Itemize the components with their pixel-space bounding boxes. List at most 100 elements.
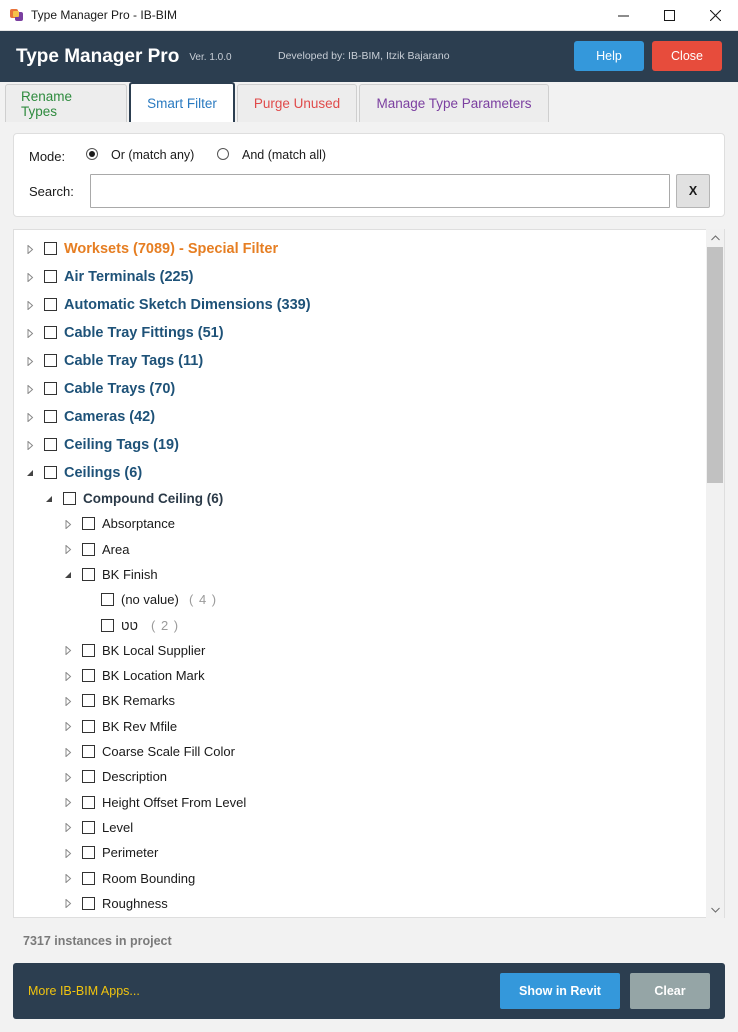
expand-arrow-icon[interactable] [25,440,35,450]
expand-arrow-icon[interactable] [25,328,35,338]
tree-category[interactable]: Cable Tray Fittings (51) [14,321,704,345]
tree-category[interactable]: Cable Tray Tags (11) [14,349,704,373]
tree-scrollbar[interactable] [706,229,724,918]
tree-checkbox[interactable] [82,542,95,556]
tree-checkbox[interactable] [82,795,95,809]
tree-checkbox[interactable] [44,410,57,423]
tree-checkbox[interactable] [82,694,95,708]
minimize-icon[interactable] [600,0,646,31]
mode-or-label[interactable]: Or (match any) [111,148,194,162]
tree-value[interactable]: טט ( 2 ) [14,614,704,638]
expand-arrow-icon[interactable] [63,747,73,757]
expand-arrow-icon[interactable] [63,519,73,529]
help-button[interactable]: Help [574,41,644,71]
expand-arrow-icon[interactable] [25,272,35,282]
tree-parameter[interactable]: BK Finish [14,563,704,587]
tree-value[interactable]: (no value) ( 4 ) [14,588,704,612]
tree-parameter[interactable]: Coarse Scale Fill Color [14,740,704,764]
tree-checkbox[interactable] [44,382,57,395]
expand-arrow-icon[interactable] [25,356,35,366]
tree-checkbox[interactable] [82,846,95,860]
tree-category[interactable]: Ceiling Tags (19) [14,433,704,457]
close-window-icon[interactable] [692,0,738,31]
tree-checkbox[interactable] [82,517,95,531]
scroll-thumb[interactable] [707,247,723,483]
tree-checkbox[interactable] [44,466,57,479]
tab-manage-type-parameters[interactable]: Manage Type Parameters [359,84,549,122]
tree-parameter[interactable]: BK Remarks [14,689,704,713]
tree-parameter[interactable]: Perimeter [14,841,704,865]
collapse-arrow-icon[interactable] [25,468,35,478]
expand-arrow-icon[interactable] [63,671,73,681]
tree-checkbox[interactable] [82,770,95,784]
tree-checkbox[interactable] [82,871,95,885]
expand-arrow-icon[interactable] [63,722,73,732]
maximize-icon[interactable] [646,0,692,31]
tree-parameter[interactable]: BK Location Mark [14,664,704,688]
tree-parameter[interactable]: Description [14,765,704,789]
expand-arrow-icon[interactable] [63,696,73,706]
tree-checkbox[interactable] [44,438,57,451]
tree-parameter[interactable]: BK Local Supplier [14,639,704,663]
expand-arrow-icon[interactable] [63,899,73,909]
tree-category[interactable]: Worksets (7089) - Special Filter [14,237,704,261]
tree-category[interactable]: Cable Trays (70) [14,377,704,401]
search-clear-button[interactable]: X [676,174,710,208]
collapse-arrow-icon[interactable] [44,494,54,504]
tree-checkbox[interactable] [101,593,114,607]
expand-arrow-icon[interactable] [25,384,35,394]
tree-checkbox[interactable] [44,354,57,367]
mode-and-radio[interactable] [217,148,229,160]
tree-parameter[interactable]: Area [14,538,704,562]
tree-checkbox[interactable] [63,492,76,505]
expand-arrow-icon[interactable] [63,848,73,858]
tree-checkbox[interactable] [44,270,57,283]
tree-parameter[interactable]: BK Rev Mfile [14,715,704,739]
tree-checkbox[interactable] [82,896,95,910]
scroll-up-icon[interactable] [706,229,724,246]
mode-label: Mode: [29,149,66,164]
search-input[interactable] [90,174,670,208]
tree-checkbox[interactable] [82,745,95,758]
tree-checkbox[interactable] [44,242,57,255]
clear-button[interactable]: Clear [630,973,710,1009]
tree-checkbox[interactable] [82,820,95,834]
collapse-arrow-icon[interactable] [63,570,73,580]
tab-rename-types[interactable]: Rename Types [5,84,127,122]
tree-item-label: Cable Tray Fittings (51) [64,325,224,341]
tab-smart-filter[interactable]: Smart Filter [129,82,235,122]
scroll-down-icon[interactable] [706,901,724,918]
close-button[interactable]: Close [652,41,722,71]
tree-parameter[interactable]: Roughness [14,892,704,916]
tree-checkbox[interactable] [82,643,95,657]
mode-and-label[interactable]: And (match all) [242,148,326,162]
tree-category[interactable]: Air Terminals (225) [14,265,704,289]
tree-category[interactable]: Ceilings (6) [14,461,704,485]
expand-arrow-icon[interactable] [63,545,73,555]
mode-or-radio[interactable] [86,148,98,160]
expand-arrow-icon[interactable] [25,300,35,310]
tree-family[interactable]: Compound Ceiling (6) [14,487,704,511]
expand-arrow-icon[interactable] [63,646,73,656]
tree-checkbox[interactable] [82,669,95,683]
expand-arrow-icon[interactable] [63,772,73,782]
expand-arrow-icon[interactable] [25,244,35,254]
tree-parameter[interactable]: Height Offset From Level [14,791,704,815]
more-apps-link[interactable]: More IB-BIM Apps... [28,984,140,998]
tree-category[interactable]: Automatic Sketch Dimensions (339) [14,293,704,317]
tree-checkbox[interactable] [82,719,95,733]
tree-checkbox[interactable] [82,567,95,581]
tree-checkbox[interactable] [101,618,114,632]
tree-checkbox[interactable] [44,326,57,339]
tree-category[interactable]: Cameras (42) [14,405,704,429]
tree-parameter[interactable]: Level [14,816,704,840]
expand-arrow-icon[interactable] [63,798,73,808]
tree-parameter[interactable]: Absorptance [14,512,704,536]
tree-checkbox[interactable] [44,298,57,311]
expand-arrow-icon[interactable] [63,823,73,833]
tree-parameter[interactable]: Room Bounding [14,867,704,891]
expand-arrow-icon[interactable] [63,874,73,884]
tab-purge-unused[interactable]: Purge Unused [237,84,357,122]
show-in-revit-button[interactable]: Show in Revit [500,973,620,1009]
expand-arrow-icon[interactable] [25,412,35,422]
